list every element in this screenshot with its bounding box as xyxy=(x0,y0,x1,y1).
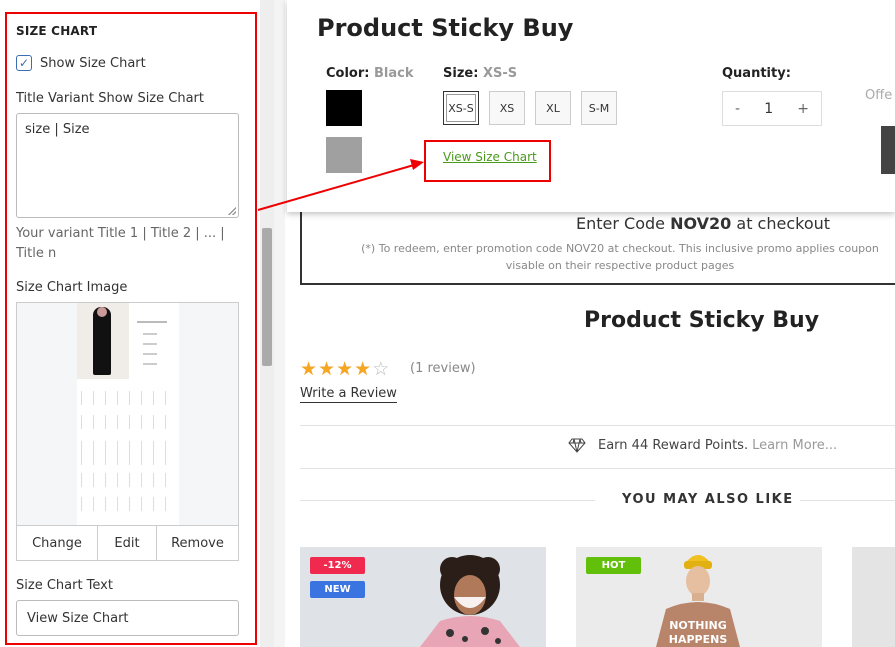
size-option-s-m[interactable]: S-M xyxy=(581,91,617,125)
offer-text: Offe xyxy=(865,88,893,103)
color-label-text: Color: xyxy=(326,66,370,81)
resize-grip-icon[interactable] xyxy=(228,207,236,215)
thumb-table xyxy=(81,473,175,487)
promo-code: NOV20 xyxy=(670,214,732,233)
size-option-xs[interactable]: XS xyxy=(489,91,525,125)
star-icon: ★ xyxy=(336,358,354,380)
highlight-outline-link xyxy=(424,140,551,182)
learn-more-link[interactable]: Learn More... xyxy=(752,438,837,453)
product-card[interactable]: NOTHING HAPPENS HOT xyxy=(576,547,822,647)
divider xyxy=(300,425,895,426)
promo-prefix: Enter Code xyxy=(576,214,671,233)
change-image-button[interactable]: Change xyxy=(17,526,98,560)
title-variant-value: size | Size xyxy=(25,122,90,137)
title-variant-help: Your variant Title 1 | Title 2 | ... | T… xyxy=(16,226,225,261)
size-label-text: Size: xyxy=(443,66,479,81)
title-variant-textarea[interactable]: size | Size xyxy=(16,113,239,218)
thumb-heading xyxy=(137,321,167,323)
size-chart-thumbnail xyxy=(77,303,179,525)
size-option-xs-s[interactable]: XS-S xyxy=(443,91,479,125)
edit-image-button[interactable]: Edit xyxy=(98,526,157,560)
star-icon: ★ xyxy=(318,358,336,380)
size-value: XS-S xyxy=(482,66,518,81)
show-size-chart-checkbox[interactable]: ✓ xyxy=(16,55,32,71)
remove-image-button[interactable]: Remove xyxy=(157,526,238,560)
quantity-minus-button[interactable]: - xyxy=(735,101,740,117)
review-count[interactable]: (1 review) xyxy=(410,361,476,376)
promo-suffix: at checkout xyxy=(731,214,831,233)
size-chart-text-label: Size Chart Text xyxy=(16,578,113,593)
reward-text: Earn 44 Reward Points. xyxy=(598,437,749,453)
show-size-chart-row[interactable]: ✓ Show Size Chart xyxy=(16,55,146,71)
thumb-table xyxy=(81,441,175,465)
thumb-table xyxy=(81,497,175,511)
scrollbar-thumb[interactable] xyxy=(262,228,272,366)
new-badge: NEW xyxy=(310,581,365,598)
divider-right xyxy=(800,500,895,501)
model-figure xyxy=(93,307,111,375)
product-card[interactable] xyxy=(852,547,895,647)
color-swatch-gray[interactable] xyxy=(326,137,362,173)
size-chart-text-input[interactable]: View Size Chart xyxy=(16,600,239,636)
you-may-also-like-heading: YOU MAY ALSO LIKE xyxy=(622,492,794,507)
settings-panel: SIZE CHART ✓ Show Size Chart Title Varia… xyxy=(0,0,260,647)
quantity-value[interactable]: 1 xyxy=(764,101,773,117)
rating-stars[interactable]: ★ ★ ★ ★ ☆ xyxy=(300,358,389,380)
title-variant-label: Title Variant Show Size Chart xyxy=(16,91,204,106)
model-photo xyxy=(77,303,129,379)
image-button-group: Change Edit Remove xyxy=(16,525,239,561)
screen: SIZE CHART ✓ Show Size Chart Title Varia… xyxy=(0,0,895,647)
hot-badge: HOT xyxy=(586,557,641,574)
thumb-table xyxy=(81,391,175,405)
product-title: Product Sticky Buy xyxy=(584,308,820,333)
write-review-link[interactable]: Write a Review xyxy=(300,386,397,403)
divider xyxy=(300,468,895,469)
shirt-text-1: NOTHING xyxy=(669,619,727,632)
promo-small-text: (*) To redeem, enter promotion code NOV2… xyxy=(361,242,879,272)
thumb-line xyxy=(143,363,157,365)
show-size-chart-label: Show Size Chart xyxy=(40,55,146,71)
shirt-text-2: HAPPENS xyxy=(669,633,728,646)
sticky-buy-bar: Product Sticky Buy Color: Black Size: XS… xyxy=(287,0,895,212)
check-icon: ✓ xyxy=(18,56,30,70)
diamond-icon xyxy=(568,438,586,453)
color-value: Black xyxy=(374,66,414,81)
product-card[interactable]: -12% NEW xyxy=(300,547,546,647)
quantity-plus-button[interactable]: + xyxy=(797,101,809,117)
thumb-table xyxy=(81,415,175,429)
quantity-label: Quantity: xyxy=(722,66,791,81)
star-icon: ★ xyxy=(300,358,318,380)
promo-main-text: Enter Code NOV20 at checkout xyxy=(576,214,830,233)
size-chart-text-value: View Size Chart xyxy=(27,610,129,626)
star-empty-icon: ☆ xyxy=(372,358,390,380)
add-to-cart-button[interactable] xyxy=(881,126,895,174)
sticky-title: Product Sticky Buy xyxy=(317,14,574,42)
color-swatch-black[interactable] xyxy=(326,90,362,126)
thumb-line xyxy=(143,333,157,335)
thumb-line xyxy=(143,353,157,355)
divider-left xyxy=(300,500,595,501)
panel-scrollbar[interactable] xyxy=(260,0,274,647)
size-option-xl[interactable]: XL xyxy=(535,91,571,125)
model-head xyxy=(97,307,107,317)
reward-points: Earn 44 Reward Points. Learn More... xyxy=(568,436,837,454)
section-title: SIZE CHART xyxy=(16,24,98,38)
size-chart-image-label: Size Chart Image xyxy=(16,280,128,295)
thumb-line xyxy=(143,343,157,345)
color-label: Color: Black xyxy=(326,66,414,81)
quantity-stepper: - 1 + xyxy=(722,91,822,126)
discount-badge: -12% xyxy=(310,557,365,574)
size-chart-image-preview[interactable] xyxy=(16,302,239,526)
size-label: Size: XS-S xyxy=(443,66,517,81)
star-icon: ★ xyxy=(354,358,372,380)
